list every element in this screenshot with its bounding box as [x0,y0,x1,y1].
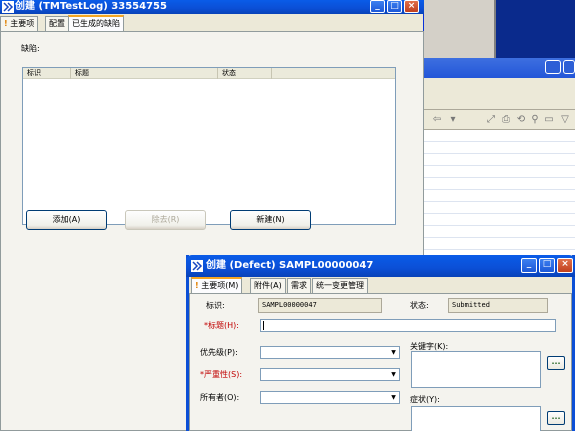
background-window [424,0,496,58]
app-icon [2,1,14,13]
text-cursor [263,321,264,330]
state-label: 状态: [410,301,429,310]
tab-ucm[interactable]: 统一变更管理 [312,278,368,293]
table-header: 标识 标题 状态 [23,68,395,79]
close-button[interactable]: × [557,258,573,273]
symptoms-field[interactable] [411,406,541,431]
warning-icon: ! [195,281,199,290]
keywords-browse-button[interactable]: ... [547,356,565,370]
column-header-state[interactable]: 状态 [218,68,272,79]
print-icon[interactable]: ⎙ [499,113,513,126]
id-field: SAMPL00000047 [258,298,382,313]
background-toolbar: ⇦ ▾ ⤢ ⎙ ⟲ ⚲ ▭ ▽ [424,110,575,130]
background-minimize-button[interactable] [545,60,561,74]
new-button[interactable]: 新建(N) [230,210,311,230]
window-title: 创建 (Defect) SAMPL00000047 [206,260,374,271]
headline-label: *标题(H): [204,321,239,330]
chevron-down-icon[interactable]: ▼ [388,347,399,358]
window-title: 创建 (TMTestLog) 33554755 [15,1,167,12]
defects-label: 缺陷: [21,44,40,53]
column-header-title[interactable]: 标题 [71,68,218,79]
owner-select[interactable]: ▼ [260,391,400,404]
severity-select[interactable]: ▼ [260,368,400,381]
defects-table[interactable]: 标识 标题 状态 [22,67,396,225]
background-maximize-button[interactable] [563,60,575,74]
dropdown-arrow-icon[interactable]: ▾ [446,113,460,126]
link-icon[interactable]: ⚲ [528,113,542,126]
tab-requirements[interactable]: 需求 [287,278,311,293]
maximize-button[interactable]: □ [539,258,555,273]
add-button[interactable]: 添加(A) [26,210,107,230]
headline-input[interactable] [260,319,556,332]
chevron-down-icon[interactable]: ▼ [388,369,399,380]
priority-select[interactable]: ▼ [260,346,400,359]
window-icon[interactable]: ▭ [542,113,556,126]
sync-icon[interactable]: ⟲ [514,113,528,126]
symptoms-label: 症状(Y): [410,395,440,404]
view-menu-icon[interactable]: ▽ [558,113,572,126]
close-button[interactable]: × [404,0,419,13]
chevron-down-icon[interactable]: ▼ [388,392,399,403]
minimize-button[interactable]: _ [521,258,537,273]
maximize-button[interactable]: □ [387,0,402,13]
background-window-titlebar [424,58,575,78]
background-editor-window: ⇦ ▾ ⤢ ⎙ ⟲ ⚲ ▭ ▽ [424,58,575,260]
edit-icon[interactable]: ⤢ [484,113,498,126]
severity-label: *严重性(S): [200,370,243,379]
warning-icon: ! [4,19,8,28]
minimize-button[interactable]: _ [370,0,385,13]
tab-main[interactable]: ! 主要项 [0,16,39,31]
defect-tab-panel: 标识: SAMPL00000047 状态: Submitted *标题(H): … [189,293,572,431]
tab-label: 主要项(M) [201,281,239,290]
column-header-id[interactable]: 标识 [23,68,71,79]
tab-attachments[interactable]: 附件(A) [250,278,286,293]
defect-titlebar[interactable]: 创建 (Defect) SAMPL00000047 _ □ × [186,255,575,277]
remove-button[interactable]: 除去(R) [125,210,206,230]
tab-main[interactable]: ! 主要项(M) [191,277,243,293]
id-label: 标识: [206,301,225,310]
navigate-back-icon[interactable]: ⇦ [430,113,444,126]
background-window-menubar [424,78,575,110]
tab-config[interactable]: 配置 [45,16,69,31]
defect-window: 创建 (Defect) SAMPL00000047 _ □ × ! 主要项(M)… [186,255,575,431]
keywords-field[interactable] [411,351,541,388]
symptoms-browse-button[interactable]: ... [547,411,565,425]
state-field: Submitted [448,298,548,313]
tab-label: 主要项 [10,19,35,28]
owner-label: 所有者(O): [200,393,240,402]
tab-generated-defects[interactable]: 已生成的缺陷 [68,15,124,31]
priority-label: 优先级(P): [200,348,238,357]
app-icon [191,260,203,272]
background-editor-lines [424,130,575,260]
testlog-titlebar[interactable]: 创建 (TMTestLog) 33554755 _ □ × [0,0,424,14]
